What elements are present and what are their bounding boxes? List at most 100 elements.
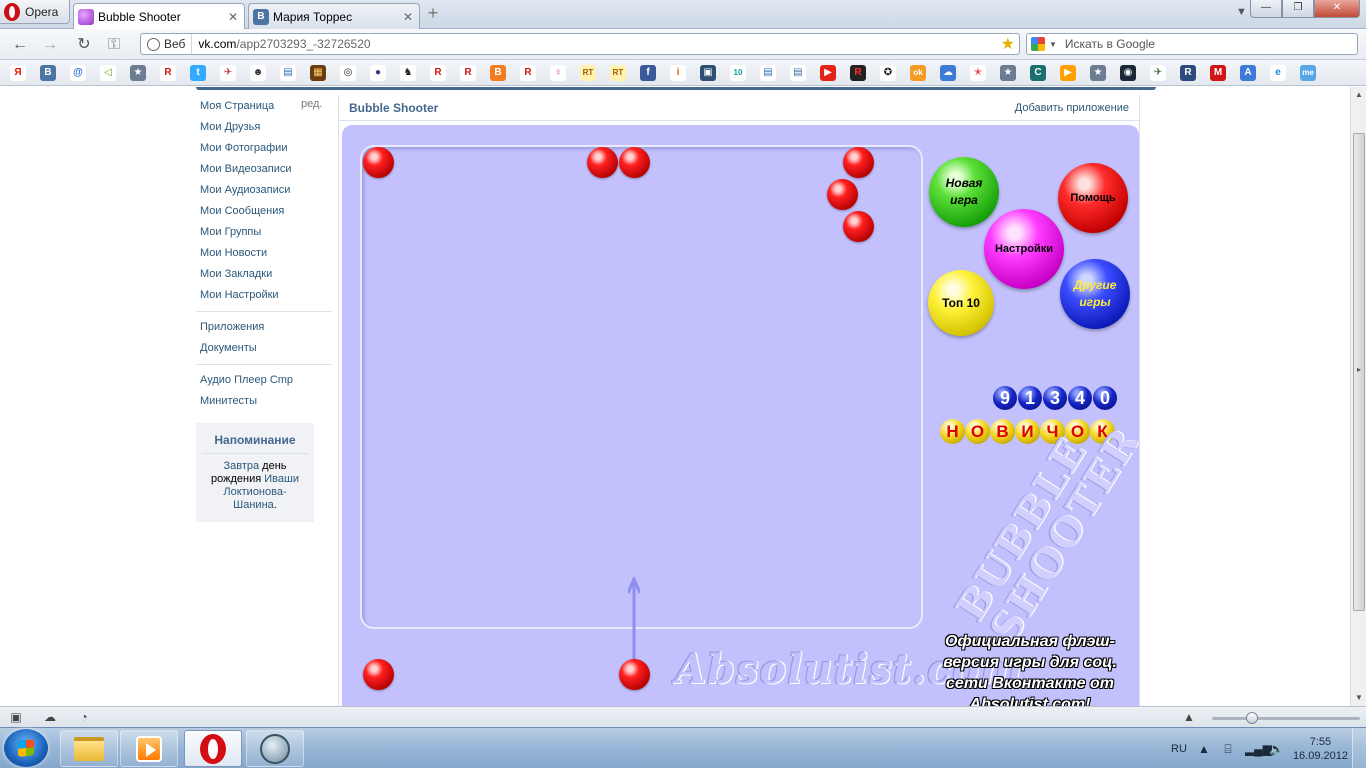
facebook-icon[interactable]: f [640,65,656,81]
page-icon[interactable]: ▤ [280,65,296,81]
top10-button[interactable]: Топ 10 [928,270,994,336]
opera-taskbar-button[interactable] [184,730,242,767]
rt-icon[interactable]: RT [580,65,596,81]
show-desktop-button[interactable] [1352,728,1366,768]
star-bookmark-icon[interactable]: ★ [130,65,146,81]
tab-maria-torres[interactable]: В Мария Торрес ✕ [248,3,420,29]
reminder-when-link[interactable]: Завтра [223,460,259,472]
language-indicator[interactable]: RU [1171,743,1187,755]
tab-list-chevron-icon[interactable]: ▼ [1236,6,1247,18]
close-tab-icon[interactable]: ✕ [403,10,413,24]
close-tab-icon[interactable]: ✕ [228,10,238,24]
help-button[interactable]: Помощь [1058,163,1128,233]
search-field[interactable]: ▼ Искать в Google [1026,33,1358,55]
contact-icon[interactable]: ▣ [700,65,716,81]
r-icon[interactable]: R [460,65,476,81]
sidebar-item[interactable]: Мои Видеозаписи [196,160,336,181]
star-bookmark-icon[interactable]: ★ [1000,65,1016,81]
c-icon[interactable]: C [1030,65,1046,81]
odnoklassniki-icon[interactable]: ok [910,65,926,81]
r-box-icon[interactable]: R [1180,65,1196,81]
bird-icon[interactable]: ✈ [220,65,236,81]
r-icon[interactable]: R [430,65,446,81]
new-tab-plus-icon[interactable]: + [424,4,442,23]
horse-icon[interactable]: ♞ [400,65,416,81]
sidebar-item[interactable]: Мои Новости [196,244,336,265]
address-field[interactable]: Веб vk.com/app2703293_-32726520 ★ [140,33,1020,55]
youtube-icon[interactable]: ▶ [820,65,836,81]
tv-icon[interactable]: 10 [730,65,746,81]
other-games-button[interactable]: Другие игры [1060,259,1130,329]
start-button[interactable] [4,729,48,767]
play-icon[interactable]: ▶ [1060,65,1076,81]
settings-button[interactable]: Настройки [984,209,1064,289]
red-star-icon[interactable]: ✭ [970,65,986,81]
sidebar-item[interactable]: Документы [196,339,336,360]
plane-icon[interactable]: ✈ [1150,65,1166,81]
bookmark-star-icon[interactable]: ★ [1001,34,1019,54]
minimize-button[interactable]: — [1250,0,1282,18]
game-field[interactable] [360,145,923,629]
mail-at-icon[interactable]: @ [70,65,86,81]
bubble-shooter-game[interactable]: Absolutist.com Новая игра Помощь Настройк… [342,125,1139,706]
panel-toggle-icon[interactable]: ▣ [9,710,23,724]
r-black-icon[interactable]: R [850,65,866,81]
maximize-button[interactable]: ❐ [1282,0,1314,18]
figure-icon[interactable]: ♀ [550,65,566,81]
explorer-taskbar-button[interactable] [60,730,118,767]
page-icon[interactable]: ▤ [790,65,806,81]
sidebar-item[interactable]: Мои Аудиозаписи [196,181,336,202]
rt-icon[interactable]: RT [610,65,626,81]
zoom-menu-icon[interactable]: ▲ [1182,710,1196,724]
tray-expand-icon[interactable]: ▲ [1197,742,1211,756]
r-icon[interactable]: R [520,65,536,81]
me-icon[interactable]: me [1300,65,1316,81]
star-bookmark-icon[interactable]: ★ [1090,65,1106,81]
cube-icon[interactable]: ▦ [310,65,326,81]
zoom-slider-track[interactable] [1212,717,1360,720]
sidebar-item[interactable]: Приложения [196,318,336,339]
sidebar-item[interactable]: Мои Друзья [196,118,336,139]
info-icon[interactable]: i [670,65,686,81]
sidebar-icon[interactable]: ◁ [100,65,116,81]
ball-icon[interactable]: ● [370,65,386,81]
star-black-icon[interactable]: ✪ [880,65,896,81]
page-icon[interactable]: ▤ [760,65,776,81]
scroll-down-icon[interactable]: ▼ [1351,690,1366,706]
shooter-bubble[interactable] [619,659,650,690]
r-icon[interactable]: R [160,65,176,81]
forward-arrow-icon[interactable]: → [40,35,60,55]
reload-icon[interactable]: ↻ [74,35,94,55]
zoom-slider-knob[interactable] [1246,712,1258,724]
edit-menu-link[interactable]: ред. [301,98,322,110]
usb-icon[interactable]: ⌸ [1221,742,1235,756]
scroll-up-icon[interactable]: ▲ [1351,87,1366,103]
clock[interactable]: 7:55 16.09.2012 [1293,735,1348,763]
spiral-icon[interactable]: ◎ [340,65,356,81]
add-app-link[interactable]: Добавить приложение [1015,102,1129,114]
web-badge[interactable]: Веб [141,34,193,54]
translate-icon[interactable]: A [1240,65,1256,81]
steam-icon[interactable]: ◉ [1120,65,1136,81]
blogger-icon[interactable]: B [490,65,506,81]
sidebar-item[interactable]: Минитесты [196,392,336,413]
sidebar-item[interactable]: Мои Фотографии [196,139,336,160]
twitter-icon[interactable]: t [190,65,206,81]
sidebar-item[interactable]: Аудио Плеер Cmp [196,371,336,392]
yandex-icon[interactable]: Я [10,65,26,81]
sidebar-item[interactable]: Мои Закладки [196,265,336,286]
back-arrow-icon[interactable]: ← [10,35,30,55]
vk-icon[interactable]: В [40,65,56,81]
tab-bubble-shooter[interactable]: Bubble Shooter ✕ [73,3,245,29]
search-engine-dropdown-icon[interactable]: ▼ [1049,40,1057,49]
media-player-taskbar-button[interactable] [120,730,178,767]
network-signal-icon[interactable]: ▂▄▆ [1245,742,1272,756]
qip-taskbar-button[interactable] [246,730,304,767]
volume-icon[interactable]: 🔈 [1269,742,1284,756]
opera-unite-cloud-icon[interactable]: ☁ [43,710,57,724]
opera-menu-button[interactable]: Opera [0,0,70,24]
people-icon[interactable]: ☻ [250,65,266,81]
key-icon[interactable]: ⚿ [104,35,124,55]
url-text[interactable]: vk.com/app2703293_-32726520 [192,37,1000,51]
vertical-scrollbar[interactable]: ▲ ▸ ▼ [1350,87,1366,706]
